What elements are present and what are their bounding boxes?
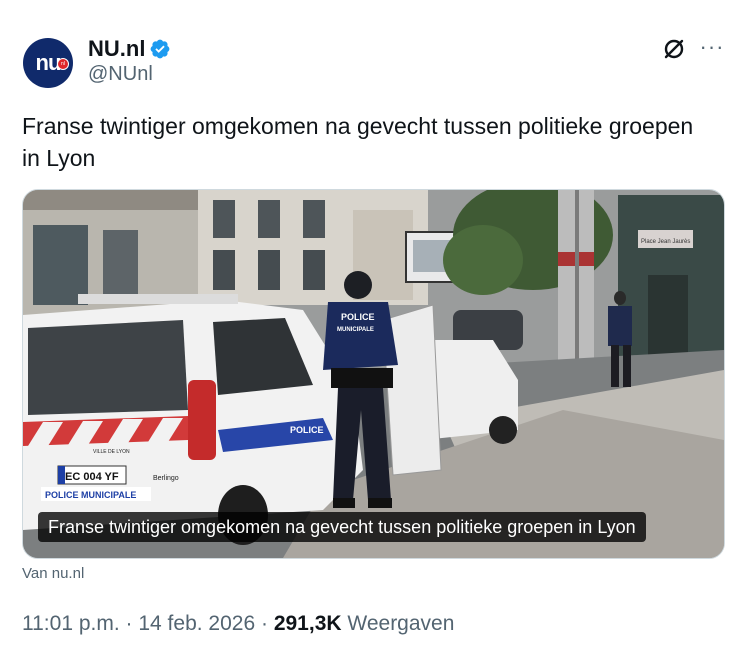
slash-circle-icon[interactable]: [661, 36, 687, 62]
card-source[interactable]: Van nu.nl: [22, 565, 84, 582]
verified-badge-icon: [150, 39, 170, 59]
van-side-label: POLICE: [290, 425, 324, 435]
link-card[interactable]: EC 004 YF POLICE MUNICIPALE POLICE POLIC…: [22, 189, 725, 559]
tweet-time[interactable]: 11:01 p.m.: [22, 612, 120, 635]
tweet-text: Franse twintiger omgekomen na gevecht tu…: [22, 113, 694, 171]
card-caption: Franse twintiger omgekomen na gevecht tu…: [38, 512, 646, 542]
more-options-button[interactable]: ···: [697, 33, 727, 61]
account-name[interactable]: NU.nl: [88, 36, 145, 62]
avatar-badge: nl: [57, 58, 69, 70]
van-label: POLICE MUNICIPALE: [45, 490, 136, 500]
van-brand: Berlingo: [153, 475, 179, 482]
meta-separator: ·: [125, 612, 133, 635]
officer-back-label: POLICE: [341, 312, 375, 322]
tweet-date[interactable]: 14 feb. 2026: [138, 612, 255, 635]
street-sign: Place Jean Jaurès: [641, 239, 690, 245]
officer-back-sublabel: MUNICIPALE: [337, 327, 374, 333]
views-label: Weergaven: [347, 612, 455, 635]
article-photo: EC 004 YF POLICE MUNICIPALE POLICE POLIC…: [23, 190, 724, 558]
views-count: 291,3K: [273, 612, 342, 635]
account-handle[interactable]: @NUnl: [88, 63, 153, 86]
avatar[interactable]: nu nl: [23, 38, 73, 88]
van-plate: EC 004 YF: [65, 471, 119, 483]
meta-separator: ·: [260, 612, 268, 635]
tweet-meta: 11:01 p.m. · 14 feb. 2026 · 291,3K Weerg…: [22, 612, 454, 636]
van-city: VILLE DE LYON: [93, 449, 130, 455]
